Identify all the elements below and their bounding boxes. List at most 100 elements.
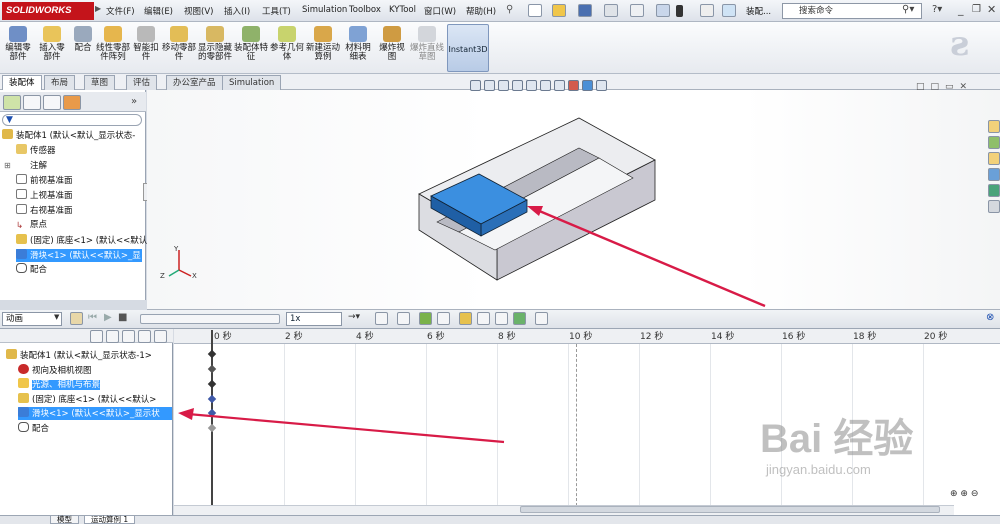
gravity-icon[interactable] [513,312,526,325]
tab-model[interactable]: 模型 [50,516,79,524]
tree-item-annotations[interactable]: ⊞ 注解 [4,159,47,172]
configuration-tab-icon[interactable] [43,95,61,110]
undo-icon[interactable] [630,4,644,17]
select-arrow-icon[interactable] [656,4,670,17]
save-icon[interactable] [578,4,592,17]
motion-tree-camera-view[interactable]: 视向及相机视图 [18,364,92,377]
tab-layout[interactable]: 布局 [44,75,76,90]
menu-file[interactable]: 文件(F) [106,5,135,17]
menu-tools[interactable]: 工具(T) [262,5,291,17]
exploded-view-button[interactable]: 爆炸视图 [376,22,408,74]
spring-icon[interactable] [477,312,490,325]
edit-component-button[interactable]: 编辑零部件 [2,22,34,74]
open-folder-icon[interactable] [552,4,566,17]
motion-tree-base[interactable]: (固定) 底座<1> (默认<<默认> [18,393,156,406]
animation-wizard-icon[interactable] [397,312,410,325]
tree-item-base[interactable]: (固定) 底座<1> (默认<<默认 [4,234,147,247]
menu-simulation[interactable]: Simulation [302,5,347,15]
menu-window[interactable]: 窗口(W) [424,5,456,17]
filter-selected-icon[interactable] [138,330,151,343]
annotation-icon [16,159,27,169]
tree-item-slider[interactable]: 滑块<1> (默认<<默认>_显 [16,249,142,262]
menu-insert[interactable]: 插入(I) [224,5,250,17]
restore-icon[interactable]: ❐ [972,4,981,15]
show-hidden-components-button[interactable]: 显示隐藏的零部件 [198,22,232,74]
new-motion-study-button[interactable]: 新建运动算例 [306,22,340,74]
playback-speed-select[interactable]: 1x [286,312,342,326]
calculate-icon[interactable] [70,312,83,325]
add-key-icon[interactable] [437,312,450,325]
motion-tree-slider[interactable]: 滑块<1> (默认<<默认>_显示状 [18,407,172,420]
appearance-tab-icon[interactable] [63,95,81,110]
solidworks-logo[interactable]: SOLIDWORKS [2,2,94,20]
insert-component-button[interactable]: 插入零部件 [36,22,68,74]
play-icon[interactable]: ▶ [104,312,112,323]
new-doc-icon[interactable] [528,4,542,17]
study-type-select[interactable]: 动画 [2,312,62,326]
tab-simulation[interactable]: Simulation [222,75,282,90]
close-icon[interactable]: ✕ [987,3,996,16]
tab-motion-study-1[interactable]: 运动算例 1 [84,516,136,524]
tree-item-sensors[interactable]: 传感器 [16,144,56,157]
help-icon[interactable]: ?▾ [932,4,942,15]
minimize-icon[interactable]: _ [958,3,964,16]
menu-toolbox[interactable]: Toolbox [349,5,381,15]
smart-fasteners-button[interactable]: 智能扣件 [131,22,161,74]
instant3d-button[interactable]: Instant3D [447,24,489,72]
menu-help[interactable]: 帮助(H) [466,5,496,17]
tab-sketch[interactable]: 草图 [84,75,116,90]
menu-edit[interactable]: 编辑(E) [144,5,173,17]
play-from-start-icon[interactable]: ⏮ [88,312,97,323]
tab-office-products[interactable]: 办公室产品 [166,75,223,90]
pin-icon[interactable]: ⚲ [506,4,513,15]
motion-tree-mates[interactable]: 配合 [18,422,49,435]
traffic-light-icon[interactable] [676,5,683,17]
assembly-features-button[interactable]: 装配体特征 [234,22,268,74]
filter-icon[interactable] [90,330,103,343]
tree-item-mates[interactable]: 配合 [4,263,47,276]
motion-tree-lights[interactable]: 光源、相机与布景 [18,378,101,391]
filter-icon[interactable]: ▼ [6,115,13,125]
tree-item-top-plane[interactable]: 上视基准面 [16,189,73,202]
save-animation-icon[interactable] [375,312,388,325]
tree-item-front-plane[interactable]: 前视基准面 [16,174,73,187]
tab-evaluate[interactable]: 评估 [126,75,158,90]
results-plot-icon[interactable] [535,312,548,325]
chevron-down-icon[interactable]: ▼ [54,313,59,321]
options-icon[interactable] [722,4,736,17]
stop-icon[interactable]: ■ [118,312,127,323]
time-marker-line [576,344,577,506]
mate-button[interactable]: 配合 [70,22,96,74]
reference-geometry-button[interactable]: 参考几何体 [270,22,304,74]
filter-driving-icon[interactable] [122,330,135,343]
collapse-motion-manager-icon[interactable]: ⊗ [986,312,994,323]
filter-animated-icon[interactable] [106,330,119,343]
move-component-button[interactable]: 移动零部件 [162,22,196,74]
playback-slider[interactable] [140,314,280,324]
motion-tree-assembly[interactable]: 装配体1 (默认<默认_显示状态-1> [6,349,152,362]
expand-panel-icon[interactable]: » [131,96,137,107]
menu-kytool[interactable]: KYTool [389,5,416,15]
filter-input[interactable] [2,114,142,126]
filter-results-icon[interactable] [154,330,167,343]
bill-of-materials-button[interactable]: 材料明细表 [342,22,374,74]
chevron-right-icon[interactable]: ▶ [95,4,101,13]
plane-icon [16,174,27,184]
menu-view[interactable]: 视图(V) [184,5,213,17]
print-icon[interactable] [604,4,618,17]
tree-item-right-plane[interactable]: 右视基准面 [16,204,73,217]
feature-tree-tab-icon[interactable] [3,95,21,110]
tab-assembly[interactable]: 装配体 [2,75,42,90]
tree-item-assembly[interactable]: 装配体1 (默认<默认_显示状态- [2,129,135,142]
property-manager-tab-icon[interactable] [23,95,41,110]
linear-pattern-button[interactable]: 线性零部件阵列 [96,22,130,74]
rebuild-icon[interactable] [700,4,714,17]
autokey-icon[interactable] [419,312,432,325]
explode-line-sketch-button[interactable]: 爆炸直线草图 [410,22,444,74]
tree-item-origin[interactable]: ↳ 原点 [16,219,47,231]
arrow-right-icon[interactable]: →▾ [348,312,360,322]
search-icon[interactable]: ⚲▾ [902,4,914,15]
contact-icon[interactable] [495,312,508,325]
motor-icon[interactable] [459,312,472,325]
search-input[interactable]: 搜索命令 [782,3,922,19]
